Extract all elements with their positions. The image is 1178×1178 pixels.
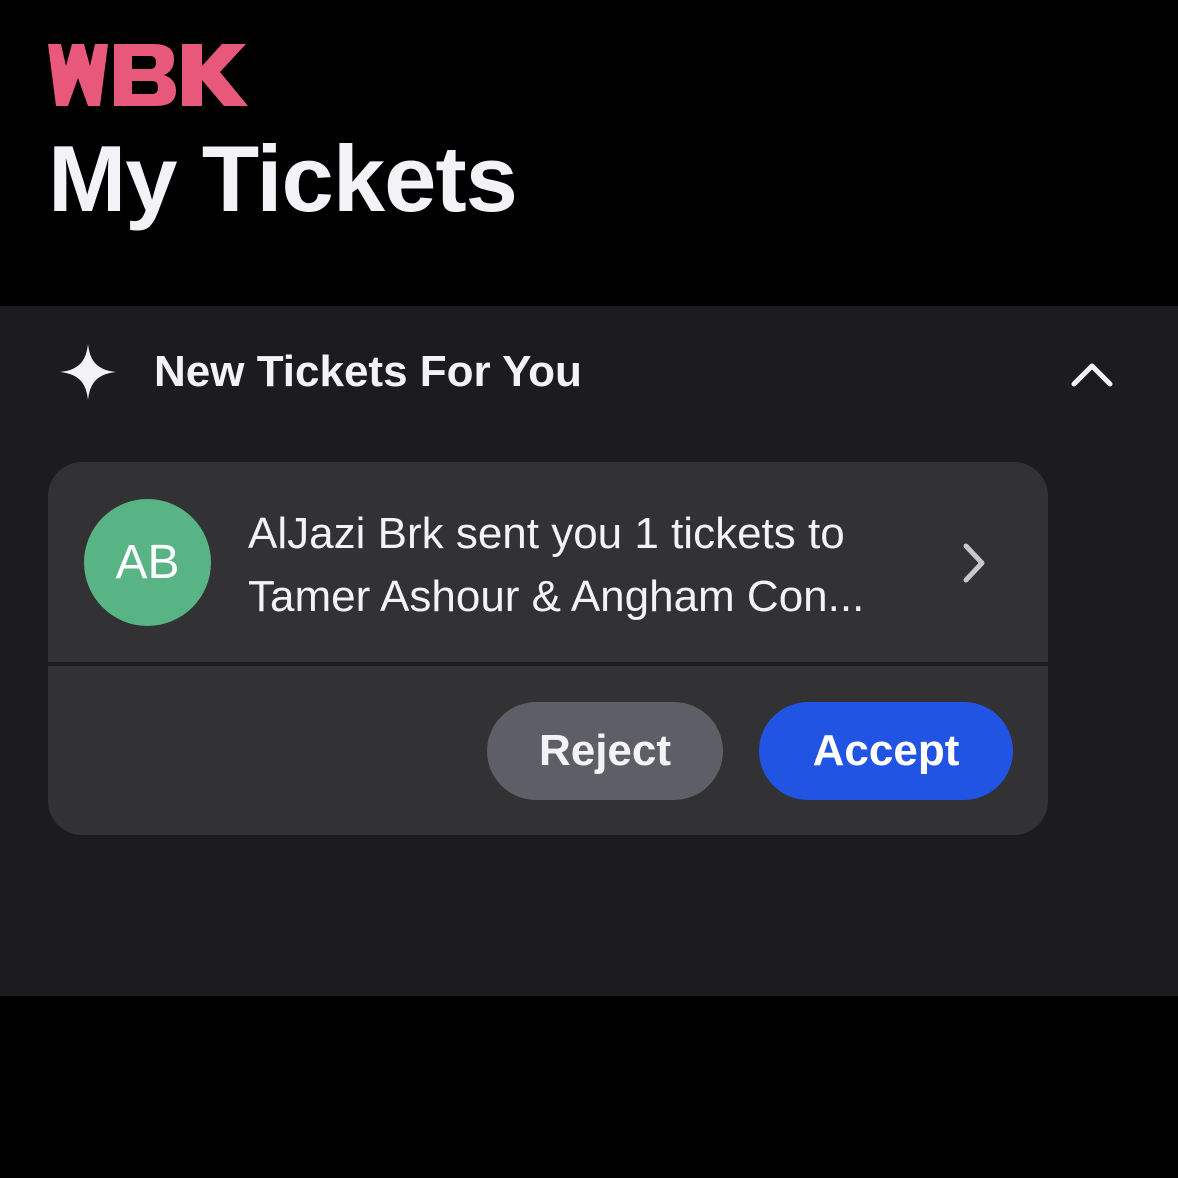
wbk-logo [48, 44, 248, 106]
avatar: AB [84, 499, 211, 626]
transfer-message-line-2: Tamer Ashour & Angham Con... [248, 572, 865, 621]
page-title: My Tickets [48, 126, 518, 231]
card-divider [48, 662, 1048, 666]
ticket-transfer-details[interactable]: AB AlJazi Brk sent you 1 tickets to Tame… [48, 462, 1048, 662]
transfer-message: AlJazi Brk sent you 1 tickets to Tamer A… [248, 502, 928, 628]
accept-button[interactable]: Accept [759, 702, 1013, 800]
chevron-up-icon[interactable] [1064, 348, 1120, 398]
transfer-message-line-1: AlJazi Brk sent you 1 tickets to [248, 509, 845, 558]
section-title: New Tickets For You [154, 347, 582, 396]
ticket-transfer-card: AB AlJazi Brk sent you 1 tickets to Tame… [48, 462, 1048, 835]
reject-button[interactable]: Reject [487, 702, 723, 800]
new-tickets-section: New Tickets For You AB AlJazi Brk sent y… [0, 306, 1178, 996]
new-tickets-header[interactable]: New Tickets For You [0, 306, 1178, 440]
chevron-right-icon[interactable] [954, 538, 994, 588]
sparkle-icon [60, 344, 116, 400]
my-tickets-screen: My Tickets New Tickets For You AB AlJazi… [0, 0, 1178, 1178]
